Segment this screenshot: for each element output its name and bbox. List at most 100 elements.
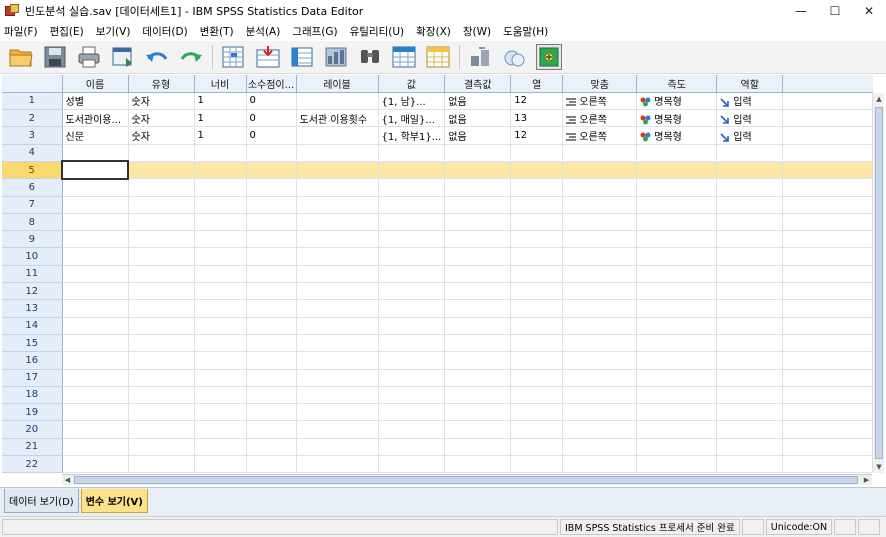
cell-values[interactable] bbox=[378, 265, 446, 284]
cell-label[interactable] bbox=[296, 161, 379, 180]
menu-analyze[interactable]: 분석(A) bbox=[240, 24, 287, 39]
cell-columns[interactable] bbox=[510, 351, 564, 370]
cell-measure[interactable]: 명목형 bbox=[636, 109, 718, 128]
row-number[interactable]: 6 bbox=[2, 178, 63, 197]
cell-missing[interactable] bbox=[444, 369, 512, 387]
cell-name[interactable] bbox=[62, 178, 129, 197]
corner-cell[interactable] bbox=[2, 75, 63, 93]
cell-name[interactable] bbox=[62, 403, 129, 422]
minimize-button[interactable]: — bbox=[784, 0, 818, 22]
cell-values[interactable] bbox=[378, 334, 446, 353]
cell-columns[interactable]: 13 bbox=[510, 109, 564, 128]
cell-columns[interactable] bbox=[510, 420, 564, 439]
cell-measure[interactable] bbox=[636, 351, 718, 370]
cell-type[interactable] bbox=[128, 351, 195, 370]
cell-measure[interactable] bbox=[636, 386, 718, 405]
col-header-columns[interactable]: 열 bbox=[510, 75, 564, 93]
cell-measure[interactable] bbox=[636, 420, 718, 439]
cell-width[interactable] bbox=[194, 247, 247, 266]
cell-decimals[interactable] bbox=[246, 386, 297, 405]
cell-decimals[interactable] bbox=[246, 213, 297, 232]
cell-role[interactable] bbox=[716, 438, 784, 457]
cell-role[interactable] bbox=[716, 144, 784, 162]
col-header-missing[interactable]: 결측값 bbox=[444, 75, 512, 93]
cell-name[interactable]: 신문 bbox=[62, 126, 129, 145]
col-header-role[interactable]: 역할 bbox=[716, 75, 784, 93]
cell-align[interactable] bbox=[562, 265, 638, 284]
cell-label[interactable] bbox=[296, 144, 379, 162]
cell-role[interactable] bbox=[716, 299, 784, 318]
cell-type[interactable] bbox=[128, 299, 195, 318]
cell-columns[interactable] bbox=[510, 196, 564, 214]
variables-icon[interactable] bbox=[289, 44, 315, 70]
cell-decimals[interactable] bbox=[246, 265, 297, 284]
row-number[interactable]: 18 bbox=[2, 386, 63, 405]
col-header-align[interactable]: 맞춤 bbox=[562, 75, 638, 93]
cell-name[interactable] bbox=[62, 334, 129, 353]
cell-missing[interactable] bbox=[444, 386, 512, 405]
cell-columns[interactable] bbox=[510, 265, 564, 284]
cell-columns[interactable] bbox=[510, 334, 564, 353]
col-header-label[interactable]: 레이블 bbox=[296, 75, 379, 93]
cell-measure[interactable] bbox=[636, 438, 718, 457]
cell-label[interactable] bbox=[296, 438, 379, 457]
cell-values[interactable]: {1, 매일}... bbox=[378, 109, 446, 128]
cell-columns[interactable] bbox=[510, 386, 564, 405]
col-header-name[interactable]: 이름 bbox=[62, 75, 129, 93]
cell-align[interactable] bbox=[562, 438, 638, 457]
cell-missing[interactable]: 없음 bbox=[444, 92, 512, 111]
cell-label[interactable] bbox=[296, 282, 379, 301]
cell-columns[interactable] bbox=[510, 178, 564, 197]
cell-role[interactable] bbox=[716, 282, 784, 301]
row-number[interactable]: 1 bbox=[2, 92, 63, 111]
menu-window[interactable]: 창(W) bbox=[457, 24, 497, 39]
vertical-scrollbar[interactable]: ▲ ▼ bbox=[872, 93, 884, 473]
cell-measure[interactable] bbox=[636, 178, 718, 197]
cell-values[interactable] bbox=[378, 196, 446, 214]
split-file-icon[interactable] bbox=[468, 44, 494, 70]
col-header-measure[interactable]: 측도 bbox=[636, 75, 718, 93]
cell-type[interactable] bbox=[128, 213, 195, 232]
cell-label[interactable] bbox=[296, 299, 379, 318]
row-number[interactable]: 5 bbox=[2, 161, 63, 180]
cell-type[interactable] bbox=[128, 420, 195, 439]
cell-columns[interactable] bbox=[510, 438, 564, 457]
cell-align[interactable] bbox=[562, 161, 638, 180]
cell-label[interactable] bbox=[296, 213, 379, 232]
cell-missing[interactable] bbox=[444, 144, 512, 162]
cell-columns[interactable] bbox=[510, 455, 564, 473]
cell-columns[interactable]: 12 bbox=[510, 126, 564, 145]
cell-decimals[interactable] bbox=[246, 299, 297, 318]
cell-name[interactable] bbox=[62, 247, 129, 266]
cell-role[interactable] bbox=[716, 230, 784, 249]
cell-role[interactable] bbox=[716, 403, 784, 422]
cell-missing[interactable] bbox=[444, 282, 512, 301]
cell-align[interactable] bbox=[562, 334, 638, 353]
row-number[interactable]: 10 bbox=[2, 247, 63, 266]
cell-values[interactable]: {1, 남}... bbox=[378, 92, 446, 111]
cell-values[interactable] bbox=[378, 161, 446, 180]
cell-width[interactable] bbox=[194, 351, 247, 370]
cell-measure[interactable] bbox=[636, 282, 718, 301]
cell-decimals[interactable]: 0 bbox=[246, 126, 297, 145]
cell-missing[interactable] bbox=[444, 299, 512, 318]
cell-values[interactable] bbox=[378, 178, 446, 197]
row-number[interactable]: 11 bbox=[2, 265, 63, 284]
cell-label[interactable] bbox=[296, 230, 379, 249]
scroll-up-icon[interactable]: ▲ bbox=[873, 93, 885, 105]
cell-align[interactable] bbox=[562, 455, 638, 473]
insert-cases-icon[interactable] bbox=[391, 44, 417, 70]
cell-label[interactable] bbox=[296, 369, 379, 387]
cell-role[interactable] bbox=[716, 196, 784, 214]
row-number[interactable]: 21 bbox=[2, 438, 63, 457]
cell-name[interactable] bbox=[62, 282, 129, 301]
maximize-button[interactable]: ☐ bbox=[818, 0, 852, 22]
cell-measure[interactable] bbox=[636, 369, 718, 387]
cell-type[interactable] bbox=[128, 386, 195, 405]
cell-missing[interactable] bbox=[444, 403, 512, 422]
cell-missing[interactable] bbox=[444, 230, 512, 249]
cell-align[interactable]: 오른쪽 bbox=[562, 126, 638, 145]
cell-columns[interactable] bbox=[510, 369, 564, 387]
cell-measure[interactable] bbox=[636, 213, 718, 232]
menu-edit[interactable]: 편집(E) bbox=[44, 24, 90, 39]
